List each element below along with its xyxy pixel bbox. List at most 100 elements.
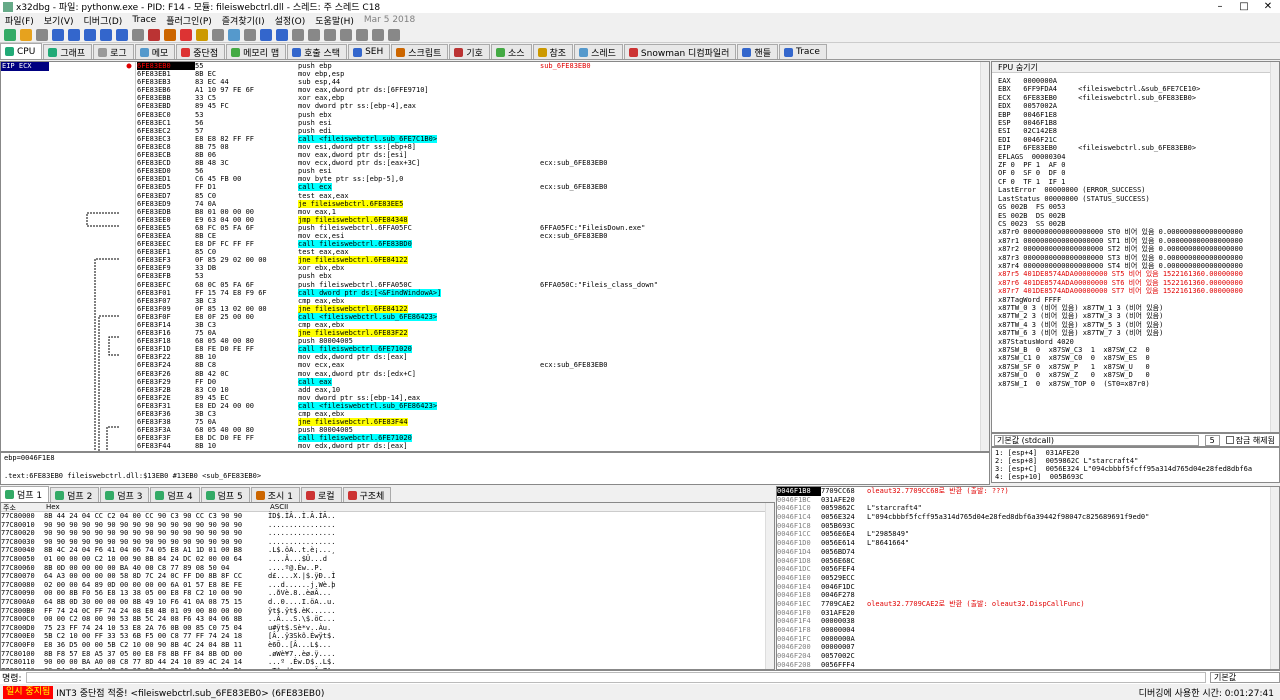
dump-tab-5[interactable]: 조시 1 (250, 487, 300, 502)
dump-row[interactable]: 77C800B0 FF 74 24 0C FF 74 24 08 E8 4B 01… (1, 607, 774, 616)
toolbar-icon[interactable] (340, 28, 352, 41)
register-line[interactable]: x87r1 0000000000000000000 ST1 비어 있음 0.00… (998, 237, 1279, 245)
disasm-row[interactable]: 6FE83F38 75 0A jne fileiswebctrl.6FE83F44 (137, 418, 989, 427)
toolbar-icon[interactable] (228, 28, 240, 41)
stack-row[interactable]: 0046F1CC 0056E6E4 L"2985849" (777, 530, 1279, 539)
register-line[interactable]: EDI 0046F21C (998, 136, 1279, 144)
stack-row[interactable]: 0046F1F8 00000004 (777, 626, 1279, 635)
tab-15[interactable]: Trace (779, 44, 827, 59)
disasm-row[interactable]: 6FE83EEA 8B CE mov ecx,esi ecx:sub_6FE83EB0 (137, 232, 989, 240)
dump-row[interactable]: 77C800E0 5B C2 10 00 FF 33 53 6B F5 00 C8… (1, 632, 774, 641)
register-line[interactable]: EIP 6FE83EB0 <fileiswebctrl.sub_6FE83EB0… (998, 144, 1279, 152)
dump-row[interactable]: 77C80040 8B 4C 24 04 F6 41 04 06 74 05 E8… (1, 546, 774, 555)
dump-row[interactable]: 77C80100 8B F8 57 E8 A5 37 05 00 E8 F8 8B… (1, 650, 774, 659)
dump-row[interactable]: 77C80060 8B 0D 00 00 00 00 BA 40 00 C8 77… (1, 564, 774, 573)
register-line[interactable]: ESI 02C142E8 (998, 127, 1279, 135)
register-line[interactable]: LastStatus 00000000 (STATUS_SUCCESS) (998, 195, 1279, 203)
stack-row[interactable]: 0046F1D8 0056E68C (777, 557, 1279, 566)
tab-1[interactable]: 그래프 (43, 44, 93, 59)
tab-11[interactable]: 참조 (532, 44, 574, 59)
toolbar-icon[interactable] (324, 28, 336, 41)
registers-pane[interactable]: FPU 숨기기 EAX 0000000A EBX 6FF9FDA4 <fileis… (991, 61, 1280, 433)
stack-row[interactable]: 0046F1B8 7709CC68 oleaut32.7709CC68로 반환 (출… (777, 487, 1279, 496)
disasm-row[interactable]: 6FE83F18 68 05 40 00 80 push 80004005 (137, 337, 989, 345)
register-line[interactable]: EBP 0046F1E8 (998, 111, 1279, 119)
disasm-row[interactable]: 6FE83ED7 85 C0 test eax,eax (137, 192, 989, 200)
toolbar-icon[interactable] (4, 28, 16, 41)
disasm-row[interactable]: 6FE83EFC 68 0C 05 FA 6F push fileiswebctrl… (137, 281, 989, 289)
dump-row[interactable]: 77C80020 90 90 90 90 90 90 90 90 90 90 90… (1, 529, 774, 538)
disasm-row[interactable]: 6FE83EF9 33 DB xor ebx,ebx (137, 264, 989, 272)
disasm-row[interactable]: 6FE83EC0 53 push ebx (137, 111, 989, 119)
tab-9[interactable]: 기호 (449, 44, 490, 59)
register-line[interactable]: OF 0 SF 0 DF 0 (998, 169, 1279, 177)
toolbar-icon[interactable] (164, 28, 176, 41)
disasm-row[interactable]: 6FE83EC8 8B 75 08 mov esi,dword ptr ss:[eb… (137, 143, 989, 151)
toolbar-icon[interactable] (196, 28, 208, 41)
disasm-row[interactable]: 6FE83F2E 89 45 EC mov dword ptr ss:[ebp-14… (137, 394, 989, 402)
dump-tab-6[interactable]: 로컬 (300, 487, 342, 502)
dump-tab-0[interactable]: 덤프 1 (0, 486, 50, 502)
register-line[interactable]: EFLAGS 00000304 (998, 153, 1279, 161)
calling-convention-select[interactable]: 기본값 (stdcall) (994, 434, 1199, 446)
disasm-row[interactable]: 6FE83EF1 85 C0 test eax,eax (137, 248, 989, 256)
stack-row[interactable]: 0046F1C8 005B693C (777, 522, 1279, 531)
register-line[interactable]: x87SW_O 0 x87SW_Z 0 x87SW_D 0 (998, 371, 1279, 379)
disasm-row[interactable]: 6FE83F36 3B C3 cmp eax,ebx (137, 410, 989, 418)
disasm-row[interactable]: 6FE83EEC E8 DF FC FF FF call fileiswebctrl… (137, 240, 989, 249)
dump-tab-2[interactable]: 덤프 3 (100, 487, 150, 502)
toolbar-icon[interactable] (180, 28, 192, 41)
register-line[interactable]: x87r0 0000000000000000000 ST0 비어 있음 0.00… (998, 228, 1279, 236)
register-line[interactable]: x87TW_2 3 (비어 있음) x87TW_3 3 (비어 있음) (998, 312, 1279, 320)
disasm-row[interactable]: 6FE83ECD 8B 48 3C mov ecx,dword ptr ds:[ea… (137, 159, 989, 167)
dump-tab-4[interactable]: 덤프 5 (200, 487, 250, 502)
toolbar-icon[interactable] (292, 28, 304, 41)
dump-scrollbar[interactable] (765, 503, 774, 669)
disassembly-listing[interactable]: 6FE83EB0 55 push ebp sub_6FE83EB0 6FE83EB1 8B… (137, 62, 989, 451)
disasm-row[interactable]: 6FE83ED9 74 0A je fileiswebctrl.6FE83EE5 (137, 199, 989, 208)
tab-7[interactable]: SEH (348, 44, 391, 59)
register-line[interactable]: LastError 00000000 (ERROR_SUCCESS) (998, 186, 1279, 194)
dump-row[interactable]: 77C800A0 64 8B 0D 30 00 00 00 8B 49 10 F6… (1, 598, 774, 607)
menu-item[interactable]: 도움말(H) (310, 14, 359, 27)
command-input[interactable] (25, 672, 1206, 683)
dump-row[interactable]: 77C800D0 75 23 FF 74 24 10 53 E8 2A 76 0B… (1, 624, 774, 633)
dump-row[interactable]: 77C80010 90 90 90 90 90 90 90 90 90 90 90… (1, 521, 774, 530)
register-line[interactable]: x87SW_C1 0 x87SW_C0 0 x87SW_ES 0 (998, 354, 1279, 362)
menu-item[interactable]: 디버그(D) (79, 14, 128, 27)
fpu-toggle[interactable]: FPU 숨기기 (992, 62, 1279, 73)
unlock-checkbox[interactable]: 잠금 해제됨 (1225, 435, 1279, 446)
toolbar-icon[interactable] (148, 28, 160, 41)
stack-row[interactable]: 0046F1FC 0000000A (777, 635, 1279, 644)
tab-6[interactable]: 호출 스택 (287, 44, 348, 59)
arguments-pane[interactable]: 1: [esp+4] 031AFE20 2: [esp+8] 0059862C L… (991, 447, 1280, 483)
disasm-row[interactable]: 6FE83ED1 C6 45 FB 00 mov byte ptr ss:[ebp-… (137, 175, 989, 183)
tab-5[interactable]: 메모리 맵 (226, 44, 287, 59)
disasm-row[interactable]: 6FE83F1D E8 FE D0 FE FF call fileiswebctrl… (137, 345, 989, 354)
register-line[interactable]: ES 002B DS 002B (998, 212, 1279, 220)
command-mode-select[interactable]: 기본값 (1210, 672, 1280, 683)
stack-row[interactable]: 0046F1F4 00000038 (777, 617, 1279, 626)
disasm-row[interactable]: 6FE83F16 75 0A jne fileiswebctrl.6FE83F22 (137, 329, 989, 338)
toolbar-icon[interactable] (212, 28, 224, 41)
disasm-row[interactable]: 6FE83F3F E8 DC D0 FE FF call fileiswebctrl… (137, 434, 989, 443)
menu-item[interactable]: 플러그인(P) (161, 14, 217, 27)
disasm-row[interactable]: 6FE83EC2 57 push edi (137, 127, 989, 135)
dump-row[interactable]: 77C80070 64 A3 00 00 00 00 58 8D 7C 24 0C… (1, 572, 774, 581)
register-line[interactable]: x87r6 401DE8574ADA00000000 ST6 비어 있음 152… (998, 279, 1279, 287)
disasm-row[interactable]: 6FE83EE5 68 FC 05 FA 6F push fileiswebctrl… (137, 224, 989, 232)
disasm-row[interactable]: 6FE83EC3 E8 E8 82 FF FF call <fileiswebctr… (137, 134, 989, 143)
disasm-row[interactable]: 6FE83EE0 E9 63 04 00 00 jmp fileiswebctrl.… (137, 215, 989, 224)
toolbar-icon[interactable] (244, 28, 256, 41)
stack-pane[interactable]: 0046F1B8 7709CC68 oleaut32.7709CC68로 반환 (출… (776, 486, 1280, 670)
dump-row[interactable]: 77C80090 00 00 8B F0 56 E8 13 38 05 00 E8… (1, 589, 774, 598)
dump-row[interactable]: 77C80030 90 90 90 90 90 90 90 90 90 90 90… (1, 538, 774, 547)
disasm-row[interactable]: 6FE83F07 3B C3 cmp eax,ebx (137, 297, 989, 305)
stack-row[interactable]: 0046F1E8 0046F278 (777, 591, 1279, 600)
register-line[interactable]: ECX 6FE83EB0 <fileiswebctrl.sub_6FE83EB0… (998, 94, 1279, 102)
disasm-row[interactable]: 6FE83ECB 8B 06 mov eax,dword ptr ds:[esi] (137, 151, 989, 159)
disasm-row[interactable]: 6FE83EF3 0F 85 29 02 00 00 jne fileiswebct… (137, 256, 989, 265)
disasm-row[interactable]: 6FE83EC1 56 push esi (137, 119, 989, 127)
stack-row[interactable]: 0046F1F0 031AFE20 (777, 609, 1279, 618)
disasm-row[interactable]: 6FE83ED5 FF D1 call ecx ecx:sub_6FE83EB0 (137, 183, 989, 192)
